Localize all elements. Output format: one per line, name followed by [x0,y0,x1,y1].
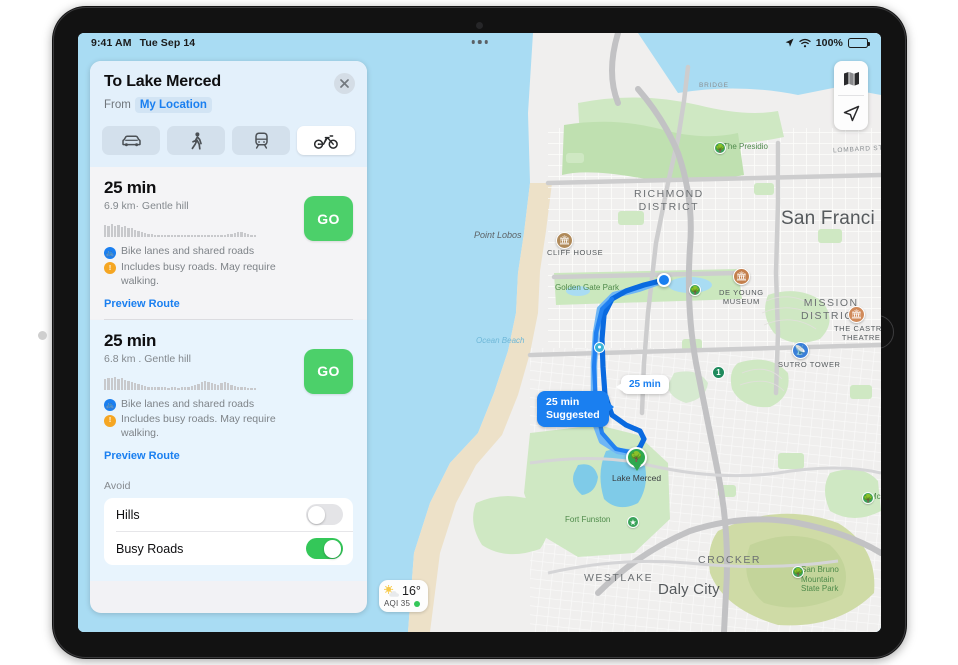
status-bar-left: 9:41 AM Tue Sep 14 [91,37,195,49]
map-layers-icon [843,71,859,86]
transport-mode-selector [90,122,367,167]
status-bar: 9:41 AM Tue Sep 14 100% [78,33,881,53]
avoid-hills-toggle[interactable] [306,504,343,526]
toggle-knob [323,539,342,558]
status-time: 9:41 AM [91,37,132,49]
ipad-screen: San Franci Daly City RICHMOND DISTRICT MI… [78,33,881,632]
route-2-preview-link[interactable]: Preview Route [104,450,353,462]
route-1-note-0-text: Bike lanes and shared roads [121,245,255,257]
san-bruno-park-icon[interactable]: 🌳 [792,566,804,578]
walk-icon [191,131,202,150]
park-pin-glyph-icon: 🌳 [630,452,643,463]
fort-funston-park-icon[interactable]: ★ [627,516,639,528]
map-controls [834,61,868,130]
route-1-note-1: ! Includes busy roads. May require walki… [104,261,294,289]
route-badge-alternate[interactable]: 25 min [616,375,669,394]
sun-cloud-icon [384,584,399,597]
route-badge-suggested-eta: 25 min [546,396,580,408]
weather-widget[interactable]: 16° AQI 35 [379,580,428,612]
route-1-eta: 25 min [104,178,157,197]
route-1-note-1-text: Includes busy roads. May require walking… [121,260,276,287]
route-2-note-1-text: Includes busy roads. May require walking… [121,413,276,440]
avoid-hills-label: Hills [116,507,140,522]
avoid-options-list: Hills Busy Roads [104,498,353,566]
from-row: From My Location [104,97,353,113]
route-card-1[interactable]: 25 min 6.9 km· Gentle hill 🚲 Bike lanes … [90,167,367,319]
bicycle-icon [314,134,338,149]
weather-aqi-row: AQI 35 [384,599,421,608]
panel-header: To Lake Merced From My Location [90,61,367,122]
ipad-device-frame: San Franci Daly City RICHMOND DISTRICT MI… [52,6,907,659]
bike-badge-icon: 🚲 [104,246,116,259]
car-icon [121,134,141,146]
route-2-notes: 🚲 Bike lanes and shared roads ! Includes… [104,398,294,442]
route-2-eta: 25 min [104,330,157,350]
from-location-field[interactable]: My Location [134,97,212,113]
directions-panel: To Lake Merced From My Location 25 min 6… [90,61,367,613]
route-2-note-0-text: Bike lanes and shared roads [121,397,255,410]
close-button[interactable] [334,73,355,94]
train-icon [254,132,268,149]
golden-gate-park-icon[interactable]: 🌳 [689,284,701,296]
avoid-row-busy-roads[interactable]: Busy Roads [104,532,353,565]
aqi-status-dot [414,600,421,607]
bike-badge-icon: 🚲 [104,399,116,412]
weather-temperature: 16° [402,584,421,598]
route-1-preview-link[interactable]: Preview Route [104,298,353,310]
multitask-handle-icon[interactable] [471,40,488,44]
route-badge-suggested[interactable]: 25 min Suggested [537,391,614,428]
mode-button-cycle[interactable] [297,126,355,155]
castro-theatre-poi-icon[interactable]: 🏛 [848,306,865,323]
battery-icon [848,38,870,48]
avoid-busy-roads-toggle[interactable] [306,538,343,560]
destination-pin[interactable]: 🌳 [626,447,647,468]
warning-badge-icon: ! [104,262,116,275]
route-2-note-0: 🚲 Bike lanes and shared roads [104,398,294,412]
routes-list[interactable]: 25 min 6.9 km· Gentle hill 🚲 Bike lanes … [90,167,367,613]
status-battery-percent: 100% [815,37,843,49]
avoid-row-hills[interactable]: Hills [104,498,353,531]
front-camera-icon [476,22,483,29]
route-2-note-1: ! Includes busy roads. May require walki… [104,413,294,441]
transit-stop-icon[interactable]: ● [594,342,605,353]
locate-me-button[interactable] [834,96,868,130]
route-2-go-button[interactable]: GO [304,348,353,394]
device-side-indicator [38,331,47,340]
status-bar-right: 100% [785,37,870,49]
sutro-tower-poi-icon[interactable]: 📡 [792,342,809,359]
toggle-knob [307,505,326,524]
route-card-2[interactable]: 25 min 6.8 km . Gentle hill 🚲 Bike lanes… [90,319,367,472]
wifi-icon [799,38,811,48]
mode-button-walk[interactable] [167,126,225,155]
cliff-house-poi-icon[interactable]: 🏛 [556,232,573,249]
warning-badge-icon: ! [104,414,116,427]
avoid-busy-roads-label: Busy Roads [116,541,184,556]
route-1-notes: 🚲 Bike lanes and shared roads ! Includes… [104,245,294,289]
from-label: From [104,99,131,111]
route-badge-suggested-label: Suggested [546,409,600,422]
route-1-go-button[interactable]: GO [304,196,353,241]
avoid-section: Avoid Hills Busy Roads [90,471,367,582]
status-date: Tue Sep 14 [139,37,196,49]
route-1-note-0: 🚲 Bike lanes and shared roads [104,245,294,259]
avoid-section-title: Avoid [104,480,131,493]
location-arrow-icon [785,38,794,47]
route-2-elevation-profile [104,376,257,390]
mclaren-park-icon[interactable]: 🌳 [862,492,874,504]
close-icon [340,79,349,88]
mode-button-transit[interactable] [232,126,290,155]
highway-shield-1[interactable]: 1 [712,366,725,379]
weather-top-row: 16° [384,584,421,598]
navigation-arrow-icon [843,105,859,121]
page-title: To Lake Merced [104,73,221,90]
aqi-label: AQI 35 [384,599,411,608]
map-layers-button[interactable] [834,61,868,95]
user-location-dot [657,273,671,287]
route-1-elevation-profile [104,223,257,237]
mode-button-drive[interactable] [102,126,160,155]
presidio-park-icon[interactable]: 🌳 [714,142,726,154]
